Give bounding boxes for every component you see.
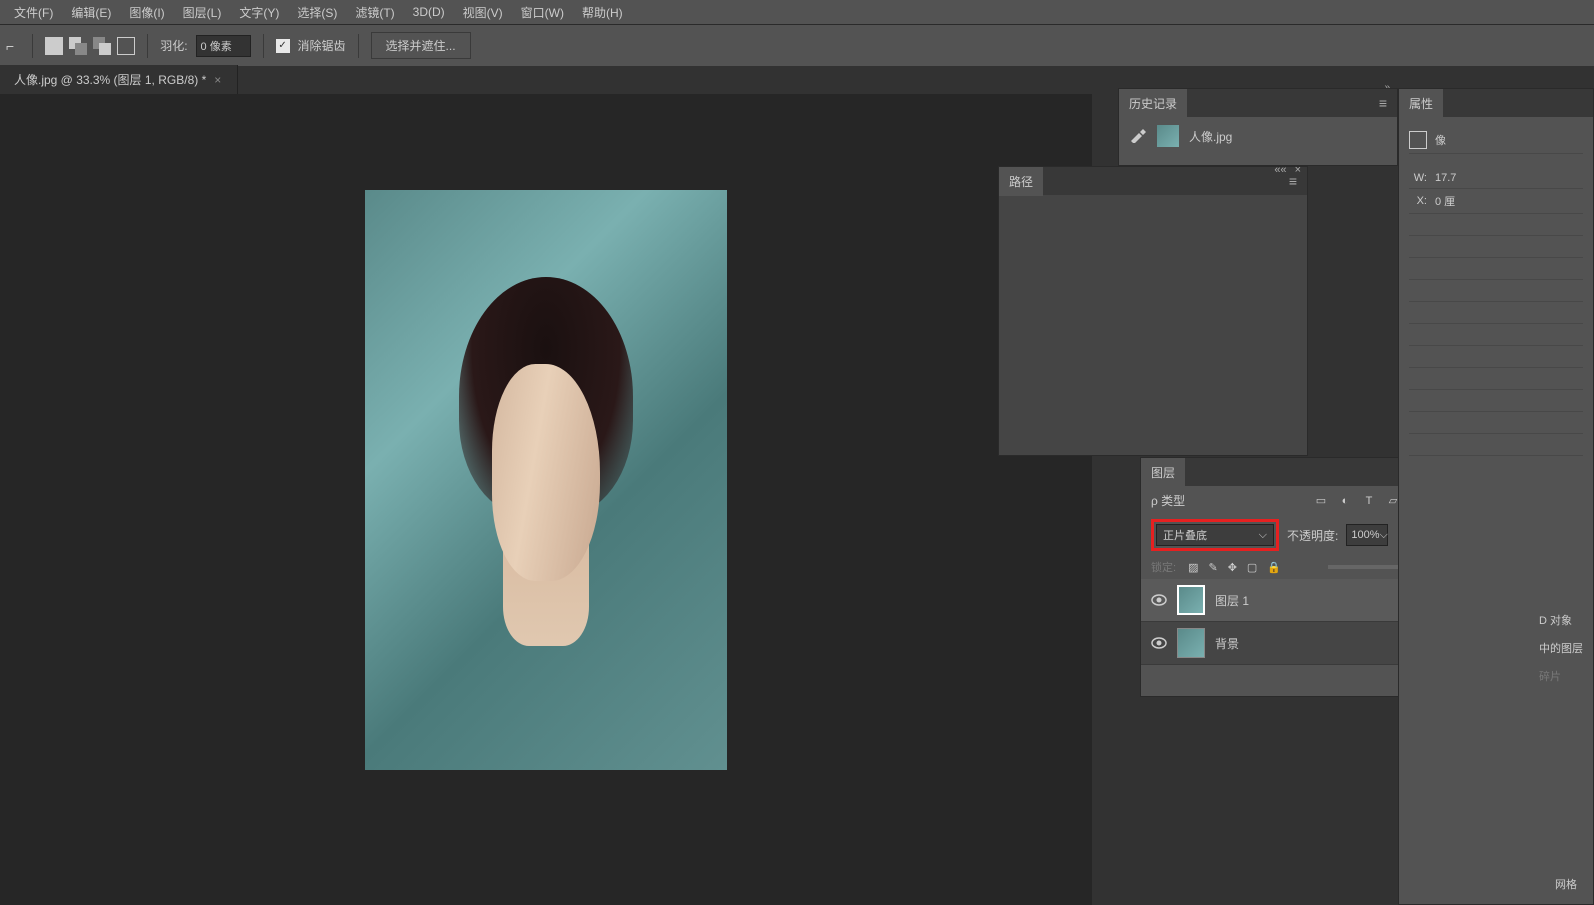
3d-object-label: D 对象 [1539, 612, 1583, 628]
add-selection-icon[interactable] [69, 37, 87, 55]
menu-3d[interactable]: 3D(D) [405, 2, 453, 22]
x-value[interactable]: 0 厘 [1435, 193, 1455, 209]
paths-panel-title[interactable]: 路径 [999, 167, 1043, 196]
layer-name[interactable]: 背景 [1215, 635, 1239, 652]
menu-type[interactable]: 文字(Y) [231, 1, 287, 24]
history-panel: 历史记录 ≡ 人像.jpg [1118, 88, 1398, 166]
lock-trans-icon[interactable]: ▨ [1188, 561, 1198, 574]
filter-adjust-icon[interactable]: ◐ [1338, 494, 1352, 508]
chevron-down-icon: ⌵ [1379, 529, 1387, 542]
lock-all-icon[interactable]: 🔒 [1267, 561, 1281, 574]
document-canvas[interactable] [365, 190, 727, 770]
menu-window[interactable]: 窗口(W) [513, 1, 572, 24]
antialias-label: 消除锯齿 [298, 37, 346, 54]
blend-mode-select[interactable]: 正片叠底 ⌵ [1156, 524, 1274, 546]
menu-select[interactable]: 选择(S) [289, 1, 345, 24]
paths-collapse-icon[interactable]: «« [1274, 164, 1286, 176]
history-thumb [1157, 125, 1179, 147]
eye-icon[interactable] [1151, 594, 1167, 606]
eye-icon[interactable] [1151, 637, 1167, 649]
opacity-input[interactable]: 100% ⌵ [1346, 524, 1388, 546]
feather-input[interactable] [196, 35, 251, 57]
layer-kind-filter[interactable]: ρ 类型 [1151, 492, 1185, 509]
antialias-checkbox[interactable]: ✓ [276, 39, 290, 53]
x-label: X: [1409, 195, 1427, 207]
lock-paint-icon[interactable]: ✎ [1208, 561, 1217, 574]
canvas-area[interactable] [0, 94, 1092, 905]
paths-panel: «« × 路径 ≡ [998, 166, 1308, 456]
brush-icon [1129, 129, 1147, 143]
properties-panel-title[interactable]: 属性 [1399, 89, 1443, 118]
menu-image[interactable]: 图像(I) [121, 1, 172, 24]
select-mask-button[interactable]: 选择并遮住... [371, 32, 471, 59]
history-item[interactable]: 人像.jpg [1119, 117, 1397, 155]
feather-label: 羽化: [160, 37, 187, 54]
chevron-down-icon: ⌵ [1259, 529, 1267, 542]
selection-mode-group [45, 37, 135, 55]
menu-help[interactable]: 帮助(H) [574, 1, 631, 24]
blend-mode-highlight: 正片叠底 ⌵ [1151, 519, 1279, 551]
history-panel-title[interactable]: 历史记录 [1119, 89, 1187, 118]
filter-pixel-icon[interactable]: ▭ [1314, 494, 1328, 508]
props-type-label: 像 [1435, 132, 1446, 148]
paths-list[interactable] [999, 195, 1307, 455]
tab-title: 人像.jpg @ 33.3% (图层 1, RGB/8) * [14, 71, 206, 88]
pieces-label: 碎片 [1539, 668, 1583, 684]
menubar: 文件(F) 编辑(E) 图像(I) 图层(L) 文字(Y) 选择(S) 滤镜(T… [0, 0, 1594, 24]
menu-layer[interactable]: 图层(L) [175, 1, 230, 24]
menu-view[interactable]: 视图(V) [455, 1, 511, 24]
opacity-label: 不透明度: [1287, 527, 1338, 544]
pixel-layer-icon [1409, 131, 1427, 149]
history-panel-menu-icon[interactable]: ≡ [1379, 95, 1387, 111]
new-selection-icon[interactable] [45, 37, 63, 55]
document-tab[interactable]: 人像.jpg @ 33.3% (图层 1, RGB/8) * × [0, 65, 238, 94]
opacity-value: 100% [1351, 529, 1379, 541]
layer-thumb [1177, 628, 1205, 658]
layer-thumb [1177, 585, 1205, 615]
lock-artboard-icon[interactable]: ▢ [1247, 561, 1257, 574]
layer-name[interactable]: 图层 1 [1215, 592, 1249, 609]
layers-in-label: 中的图层 [1539, 640, 1583, 656]
menu-file[interactable]: 文件(F) [6, 1, 61, 24]
subtract-selection-icon[interactable] [93, 37, 111, 55]
lock-label: 锁定: [1151, 559, 1176, 575]
grid-label: 网格 [1555, 876, 1577, 892]
options-toolbar: ⌐ 羽化: ✓ 消除锯齿 选择并遮住... [0, 24, 1594, 66]
menu-filter[interactable]: 滤镜(T) [347, 1, 402, 24]
blend-mode-value: 正片叠底 [1163, 527, 1207, 543]
tab-close-icon[interactable]: × [212, 73, 223, 87]
properties-panel: 属性 像 W: 17.7 X: 0 厘 D 对象 中的图层 碎片 网格 [1398, 88, 1594, 905]
width-value[interactable]: 17.7 [1435, 172, 1456, 184]
paths-close-icon[interactable]: × [1295, 164, 1301, 176]
layers-panel-title[interactable]: 图层 [1141, 458, 1185, 487]
lock-move-icon[interactable]: ✥ [1228, 561, 1237, 574]
menu-edit[interactable]: 编辑(E) [63, 1, 119, 24]
width-label: W: [1409, 172, 1427, 184]
intersect-selection-icon[interactable] [117, 37, 135, 55]
history-item-label: 人像.jpg [1189, 128, 1232, 145]
filter-type-icon[interactable]: T [1362, 494, 1376, 508]
